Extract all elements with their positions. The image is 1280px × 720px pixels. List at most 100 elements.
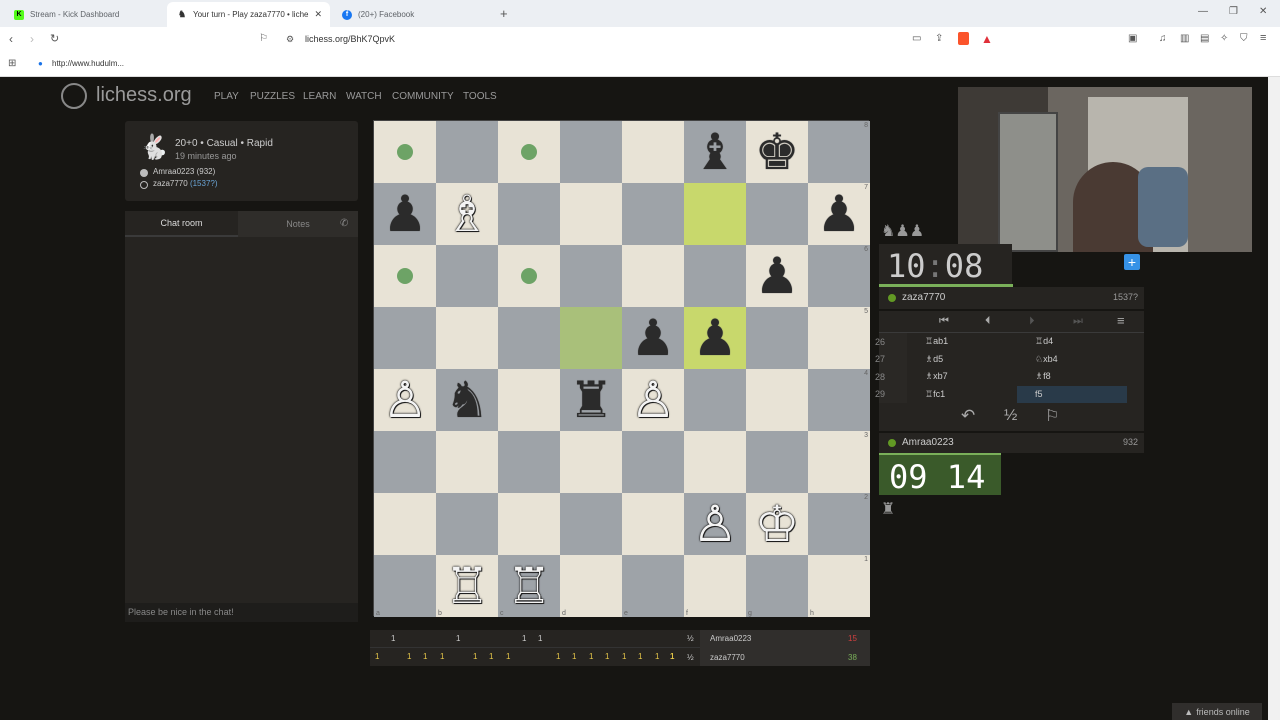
crosstable-score[interactable]: 1 (522, 634, 526, 643)
square-g6[interactable]: ♟ (746, 245, 808, 307)
crosstable-score[interactable]: 1 (489, 652, 493, 661)
square-f4[interactable] (684, 369, 746, 431)
crosstable-score[interactable]: 1 (572, 652, 576, 661)
square-f2[interactable]: ♙ (684, 493, 746, 555)
black-piece[interactable]: ♜ (569, 375, 614, 425)
square-b3[interactable] (436, 431, 498, 493)
phone-icon[interactable]: ✆ (340, 218, 348, 229)
square-e2[interactable] (622, 493, 684, 555)
offer-draw-button[interactable]: ½ (1004, 407, 1017, 425)
reload-icon[interactable]: ↻ (50, 32, 59, 45)
forward-icon[interactable]: › (30, 32, 34, 46)
square-c1[interactable]: ♖ c (498, 555, 560, 617)
nav-learn[interactable]: LEARN (303, 91, 336, 102)
nav-community[interactable]: COMMUNITY (392, 91, 454, 102)
crosstable-score[interactable]: 1 (605, 652, 609, 661)
crosstable-score[interactable]: 1 (440, 652, 444, 661)
first-move-button[interactable]: ⏮ (939, 315, 949, 328)
crosstable-score[interactable]: 1 (589, 652, 593, 661)
crosstable-score[interactable]: 1 (375, 652, 379, 661)
scrollbar[interactable] (1268, 77, 1280, 720)
crosstable-score[interactable]: 1 (423, 652, 427, 661)
square-c3[interactable] (498, 431, 560, 493)
brave-shield-icon[interactable] (958, 32, 969, 45)
crosstable-score[interactable]: 1 (638, 652, 642, 661)
move-white[interactable]: ♖fc1 (907, 389, 1017, 400)
restore-icon[interactable]: ❐ (1229, 6, 1238, 17)
crosstable-score[interactable]: 1 (622, 652, 626, 661)
browser-tab-lichess[interactable]: ♞ Your turn - Play zaza7770 • liche ✕ (167, 2, 330, 27)
square-g3[interactable] (746, 431, 808, 493)
takeback-button[interactable]: ↶ (961, 406, 975, 426)
music-icon[interactable]: ♫ (1159, 33, 1167, 44)
square-d5[interactable] (560, 307, 622, 369)
square-f1[interactable]: f (684, 555, 746, 617)
crosstable-score[interactable]: 1 (670, 652, 674, 661)
window-close-icon[interactable]: ✕ (1259, 6, 1267, 17)
square-d4[interactable]: ♜ (560, 369, 622, 431)
nav-tools[interactable]: TOOLS (463, 91, 497, 102)
square-b5[interactable] (436, 307, 498, 369)
crosstable-player-2[interactable]: zaza7770 (710, 653, 745, 662)
square-a1[interactable]: a (374, 555, 436, 617)
white-piece[interactable]: ♖ (445, 561, 490, 611)
black-piece[interactable]: ♞ (445, 375, 490, 425)
square-c2[interactable] (498, 493, 560, 555)
prev-move-button[interactable]: ⏴ (985, 315, 991, 328)
site-logo[interactable]: lichess.org (96, 84, 192, 107)
vpn-icon[interactable]: ⛉ (1240, 33, 1248, 44)
square-d3[interactable] (560, 431, 622, 493)
square-f8[interactable]: ♝ (684, 121, 746, 183)
add-time-button[interactable]: + (1124, 254, 1140, 270)
square-f6[interactable] (684, 245, 746, 307)
crosstable-score[interactable]: 1 (473, 652, 477, 661)
crosstable-player-1[interactable]: Amraa0223 (710, 634, 751, 643)
square-c7[interactable] (498, 183, 560, 245)
nav-play[interactable]: PLAY (214, 91, 239, 102)
crosstable-score[interactable]: 1 (506, 652, 510, 661)
square-d7[interactable] (560, 183, 622, 245)
apps-icon[interactable]: ⊞ (8, 58, 16, 69)
square-e3[interactable] (622, 431, 684, 493)
move-white[interactable]: ♗xb7 (907, 371, 1017, 382)
sidebar-icon[interactable]: ▥ (1180, 33, 1189, 44)
square-e8[interactable] (622, 121, 684, 183)
bottom-player-name[interactable]: Amraa0223 (902, 437, 954, 448)
chess-board[interactable]: ♝ ♚ 8 ♟ ♗ ♟ 7 ♟ 6 ♟ ♟ 5 ♙ ♞ ♜ ♙ 4 3 ♙ ♔ 2 a ♖ b ♖ c d e f g 1 h (373, 120, 870, 617)
square-h2[interactable]: 2 (808, 493, 870, 555)
move-black[interactable]: ♗f8 (1017, 371, 1127, 382)
square-g8[interactable]: ♚ (746, 121, 808, 183)
white-piece[interactable]: ♖ (507, 561, 552, 611)
square-h4[interactable]: 4 (808, 369, 870, 431)
square-h8[interactable]: 8 (808, 121, 870, 183)
move-dot[interactable] (521, 144, 537, 160)
chat-input[interactable]: Please be nice in the chat! (125, 603, 358, 622)
move-dot[interactable] (397, 144, 413, 160)
last-move-button[interactable]: ⏭ (1073, 315, 1083, 328)
square-a2[interactable] (374, 493, 436, 555)
square-g4[interactable] (746, 369, 808, 431)
new-tab-button[interactable]: + (500, 6, 508, 21)
crosstable-score[interactable]: 1 (538, 634, 542, 643)
square-h1[interactable]: 1h (808, 555, 870, 617)
share-icon[interactable]: ⇪ (935, 33, 943, 44)
lichess-logo-icon[interactable] (61, 83, 87, 109)
square-b1[interactable]: ♖ b (436, 555, 498, 617)
square-f7[interactable] (684, 183, 746, 245)
leo-icon[interactable]: ✧ (1220, 33, 1228, 44)
square-a7[interactable]: ♟ (374, 183, 436, 245)
square-g2[interactable]: ♔ (746, 493, 808, 555)
crosstable-score[interactable]: 1 (456, 634, 460, 643)
square-e4[interactable]: ♙ (622, 369, 684, 431)
white-piece[interactable]: ♗ (445, 189, 490, 239)
white-piece[interactable]: ♙ (631, 375, 676, 425)
square-f5[interactable]: ♟ (684, 307, 746, 369)
square-c5[interactable] (498, 307, 560, 369)
square-h6[interactable]: 6 (808, 245, 870, 307)
square-f3[interactable] (684, 431, 746, 493)
resign-button[interactable]: ⚐ (1045, 406, 1059, 426)
menu-button[interactable]: ≡ (1117, 313, 1125, 328)
player-black-name[interactable]: Amraa0223 (932) (153, 167, 215, 176)
square-g5[interactable] (746, 307, 808, 369)
menu-icon[interactable]: ≡ (1260, 32, 1266, 44)
